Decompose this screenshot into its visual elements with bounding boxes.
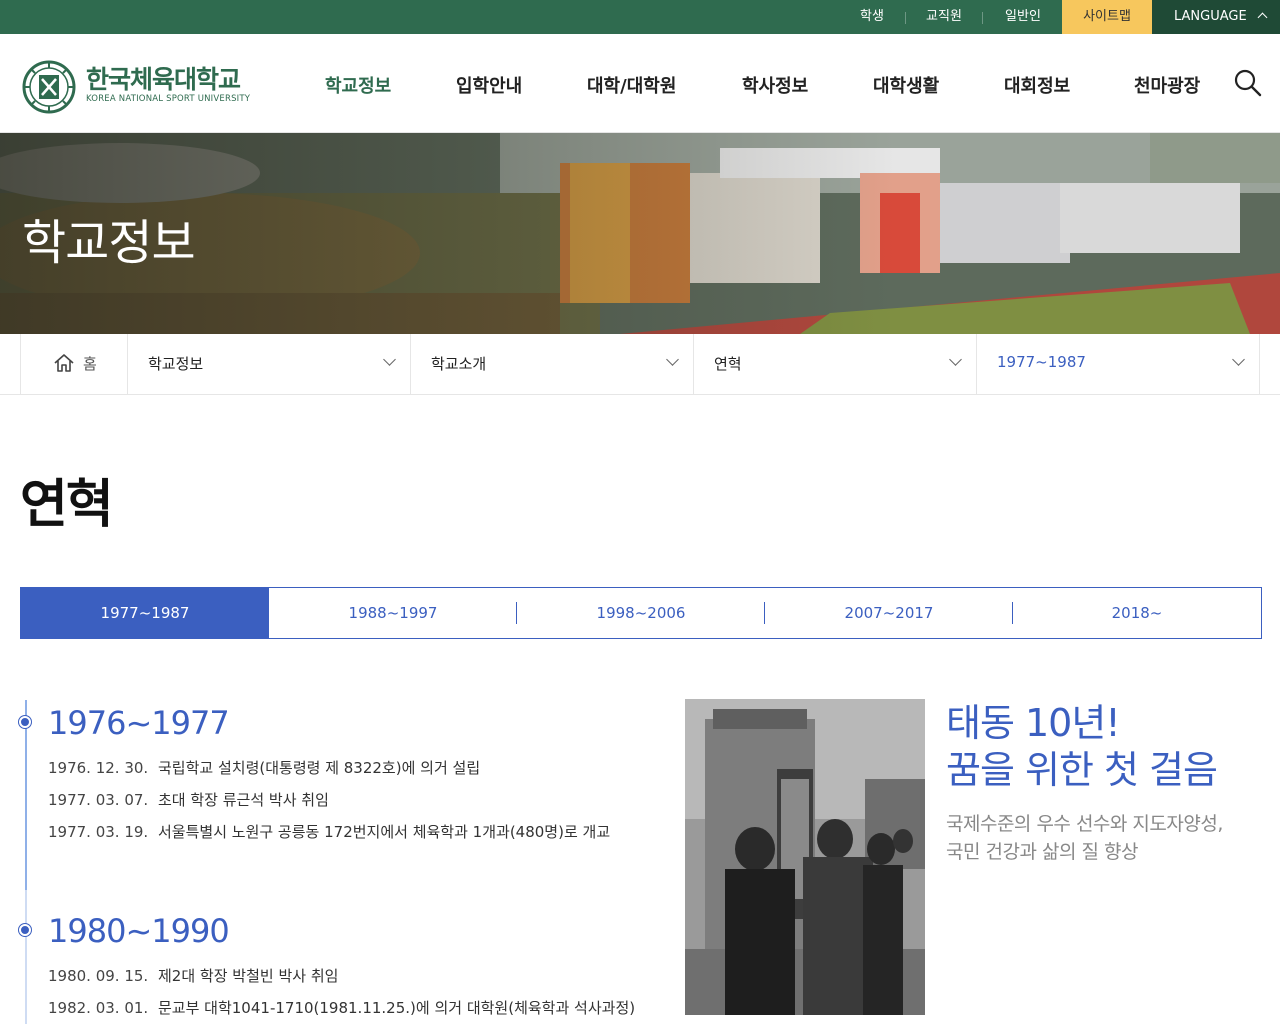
- util-divider: [905, 12, 906, 24]
- side-headline-line1: 태동 10년!: [946, 701, 1121, 745]
- breadcrumb-level3-label: 연혁: [714, 355, 742, 373]
- breadcrumb-home[interactable]: 홈: [20, 334, 127, 394]
- event-text: 문교부 대학1041-1710(1981.11.25.)에 의거 대학원(체육학…: [158, 999, 636, 1017]
- chevron-down-icon: [949, 353, 962, 366]
- event-date: 1976. 12. 30.: [48, 759, 149, 777]
- nav-item-admissions[interactable]: 입학안내: [456, 72, 522, 98]
- sitemap-button[interactable]: 사이트맵: [1062, 0, 1152, 34]
- util-link-student[interactable]: 학생: [848, 0, 896, 34]
- breadcrumb-dropdown-level3[interactable]: 연혁: [693, 334, 976, 394]
- util-divider: [982, 12, 983, 24]
- event-date: 1980. 09. 15.: [48, 967, 149, 985]
- chevron-down-icon: [666, 353, 679, 366]
- site-header: 한국체육대학교 KOREA NATIONAL SPORT UNIVERSITY …: [0, 34, 1280, 133]
- event-date: 1977. 03. 07.: [48, 791, 149, 809]
- timeline-event: 1982. 03. 01. 문교부 대학1041-1710(1981.11.25.…: [48, 997, 635, 1018]
- logo-name-english: KOREA NATIONAL SPORT UNIVERSITY: [86, 94, 251, 104]
- side-subtext-line1: 국제수준의 우수 선수와 지도자양성,: [946, 813, 1223, 835]
- chevron-down-icon: [383, 353, 396, 366]
- timeline-event: 1980. 09. 15. 제2대 학장 박철빈 박사 취임: [48, 965, 338, 986]
- timeline-event: 1977. 03. 19. 서울특별시 노원구 공릉동 172번지에서 체육학과 …: [48, 821, 610, 842]
- university-logo[interactable]: 한국체육대학교 KOREA NATIONAL SPORT UNIVERSITY: [22, 58, 262, 114]
- chevron-down-icon: [1232, 353, 1245, 366]
- tab-2007-2017[interactable]: 2007~2017: [765, 588, 1013, 638]
- event-date: 1982. 03. 01.: [48, 999, 149, 1017]
- timeline-period: 1980~1990: [48, 912, 230, 950]
- util-link-staff[interactable]: 교직원: [918, 0, 970, 34]
- search-icon[interactable]: [1233, 68, 1263, 98]
- breadcrumb-dropdown-level1[interactable]: 학교정보: [127, 334, 410, 394]
- nav-item-competitions[interactable]: 대회정보: [1004, 72, 1070, 98]
- side-headline: 태동 10년! 꿈을 위한 첫 걸음: [946, 700, 1218, 794]
- side-subtext-line2: 국민 건강과 삶의 질 향상: [946, 841, 1138, 863]
- event-text: 국립학교 설치령(대통령령 제 8322호)에 의거 설립: [158, 759, 481, 777]
- breadcrumb-level4-label: 1977~1987: [997, 353, 1086, 371]
- nav-item-campus-life[interactable]: 대학생활: [873, 72, 939, 98]
- timeline-line: [25, 700, 27, 1024]
- tab-1988-1997[interactable]: 1988~1997: [269, 588, 517, 638]
- language-button[interactable]: LANGUAGE: [1152, 0, 1280, 34]
- event-text: 제2대 학장 박철빈 박사 취임: [158, 967, 339, 985]
- page-title: 연혁: [20, 475, 114, 535]
- tab-label: 1988~1997: [348, 604, 438, 622]
- logo-name-korean: 한국체육대학교: [86, 65, 241, 94]
- nav-item-colleges[interactable]: 대학/대학원: [587, 72, 676, 98]
- breadcrumb-level2-label: 학교소개: [431, 355, 487, 373]
- hero-banner: 학교정보: [0, 133, 1280, 334]
- breadcrumb-dropdown-level2[interactable]: 학교소개: [410, 334, 693, 394]
- historic-photo: [685, 699, 925, 1015]
- event-text: 초대 학장 류근석 박사 취임: [158, 791, 329, 809]
- nav-item-academics[interactable]: 학사정보: [742, 72, 808, 98]
- event-date: 1977. 03. 19.: [48, 823, 149, 841]
- event-text: 서울특별시 노원구 공릉동 172번지에서 체육학과 1개과(480명)로 개교: [158, 823, 611, 841]
- tab-2018[interactable]: 2018~: [1013, 588, 1261, 638]
- breadcrumb-dropdown-level4[interactable]: 1977~1987: [976, 334, 1260, 394]
- breadcrumb: 홈 학교정보 학교소개 연혁 1977~1987: [0, 334, 1280, 395]
- breadcrumb-home-label: 홈: [83, 355, 97, 373]
- tab-label: 2007~2017: [844, 604, 934, 622]
- top-utility-bar: 학생 교직원 일반인 사이트맵 LANGUAGE: [0, 0, 1280, 34]
- nav-item-community[interactable]: 천마광장: [1134, 72, 1200, 98]
- opening-ceremony-photo: [685, 699, 925, 1015]
- side-headline-line2: 꿈을 위한 첫 걸음: [946, 748, 1218, 792]
- nav-item-school-info[interactable]: 학교정보: [325, 72, 391, 98]
- timeline-event: 1976. 12. 30. 국립학교 설치령(대통령령 제 8322호)에 의거 …: [48, 757, 480, 778]
- tab-1998-2006[interactable]: 1998~2006: [517, 588, 765, 638]
- timeline-dot: [19, 716, 31, 728]
- timeline-dot: [19, 924, 31, 936]
- hero-title: 학교정보: [22, 215, 196, 271]
- home-icon: [54, 354, 74, 372]
- breadcrumb-level1-label: 학교정보: [148, 355, 204, 373]
- util-link-public[interactable]: 일반인: [996, 0, 1050, 34]
- timeline-period: 1976~1977: [48, 704, 230, 742]
- tab-1977-1987[interactable]: 1977~1987: [21, 588, 269, 638]
- tab-label: 1998~2006: [596, 604, 686, 622]
- chevron-up-icon: [1257, 12, 1268, 23]
- period-tabs: 1977~1987 1988~1997 1998~2006 2007~2017 …: [20, 587, 1262, 639]
- timeline-event: 1977. 03. 07. 초대 학장 류근석 박사 취임: [48, 789, 329, 810]
- language-label: LANGUAGE: [1174, 9, 1247, 24]
- side-subtext: 국제수준의 우수 선수와 지도자양성, 국민 건강과 삶의 질 향상: [946, 810, 1223, 866]
- university-emblem-icon: [22, 60, 76, 114]
